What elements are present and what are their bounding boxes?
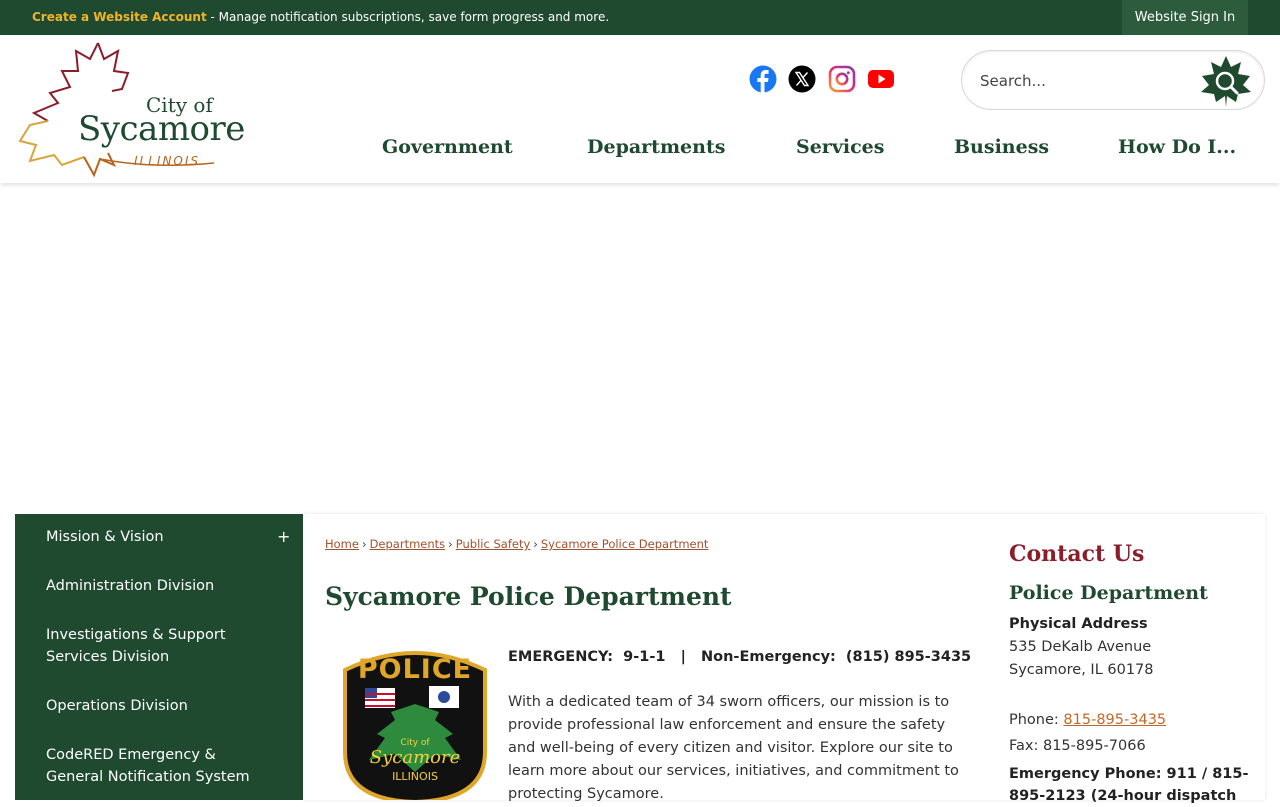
nav-business[interactable]: Business: [954, 136, 1049, 158]
top-bar: Create a Website Account - Manage notifi…: [0, 0, 1280, 35]
sidebar-item-investigations[interactable]: Investigations & Support Services Divisi…: [46, 624, 246, 668]
department-description: With a dedicated team of 34 sworn office…: [508, 694, 959, 802]
breadcrumb: Home › Departments › Public Safety › Sycamore …: [325, 537, 708, 551]
phone-line: Phone: 815-895-3435: [1009, 712, 1166, 728]
address-label: Physical Address: [1009, 616, 1148, 632]
breadcrumb-separator: ›: [361, 537, 367, 551]
badge-police-text: POLICE: [357, 654, 473, 685]
nav-services[interactable]: Services: [796, 136, 884, 158]
breadcrumb-current[interactable]: Sycamore Police Department: [541, 537, 709, 551]
instagram-icon[interactable]: [828, 65, 856, 93]
contact-department: Police Department: [1009, 582, 1208, 604]
search-box: [961, 50, 1265, 110]
website-sign-in-button[interactable]: Website Sign In: [1122, 0, 1248, 35]
emergency-phone: Emergency Phone: 911 / 815-895-2123 (24-…: [1009, 766, 1249, 804]
breadcrumb-home[interactable]: Home: [325, 537, 359, 551]
sidebar-item-codered[interactable]: CodeRED Emergency & General Notification…: [46, 744, 256, 788]
facebook-icon[interactable]: [749, 65, 777, 93]
logo-state: ILLINOIS: [134, 154, 201, 168]
contact-title: Contact Us: [1009, 541, 1145, 567]
account-promo: Create a Website Account - Manage notifi…: [32, 10, 609, 24]
badge-state: ILLINOIS: [392, 770, 438, 783]
fax-line: Fax: 815-895-7066: [1009, 738, 1146, 754]
search-input[interactable]: [980, 65, 1190, 97]
breadcrumb-separator: ›: [448, 537, 453, 551]
sidebar-item-administration[interactable]: Administration Division: [46, 575, 214, 597]
logo-city-name: Sycamore: [78, 109, 245, 149]
sidebar-item-mission-vision[interactable]: Mission & Vision: [46, 526, 164, 548]
badge-city-name: Sycamore: [369, 747, 461, 768]
x-twitter-icon[interactable]: [788, 65, 816, 93]
main-content: Home › Departments › Public Safety › Sycamore …: [303, 514, 1265, 805]
search-leaf-icon[interactable]: [1198, 54, 1254, 108]
phone-link[interactable]: 815-895-3435: [1063, 712, 1166, 728]
breadcrumb-departments[interactable]: Departments: [370, 537, 446, 551]
sidebar-expand-toggle[interactable]: +: [277, 527, 290, 546]
phone-label: Phone:: [1009, 712, 1064, 728]
city-logo[interactable]: City of Sycamore ILLINOIS: [14, 41, 264, 181]
nav-government[interactable]: Government: [382, 136, 513, 158]
sidebar-item-operations[interactable]: Operations Division: [46, 695, 188, 717]
nav-departments[interactable]: Departments: [587, 136, 725, 158]
nav-how-do-i[interactable]: How Do I...: [1118, 136, 1236, 158]
breadcrumb-separator: ›: [533, 537, 538, 551]
address-line-1: 535 DeKalb Avenue: [1009, 639, 1152, 655]
address-line-2: Sycamore, IL 60178: [1009, 662, 1154, 678]
site-header: City of Sycamore ILLINOIS Search... Gove…: [0, 35, 1280, 183]
youtube-icon[interactable]: [867, 65, 895, 93]
emergency-numbers: EMERGENCY: 9-1-1 | Non-Emergency: (815) …: [508, 649, 972, 665]
create-account-description: - Manage notification subscriptions, sav…: [206, 10, 610, 24]
section-sidebar: Mission & Vision + Administration Divisi…: [15, 514, 303, 800]
police-badge-image: POLICE City of Sycamore ILLINOIS: [339, 642, 491, 805]
breadcrumb-public-safety[interactable]: Public Safety: [456, 537, 530, 551]
create-account-link[interactable]: Create a Website Account: [32, 10, 207, 24]
page-title: Sycamore Police Department: [325, 582, 732, 611]
